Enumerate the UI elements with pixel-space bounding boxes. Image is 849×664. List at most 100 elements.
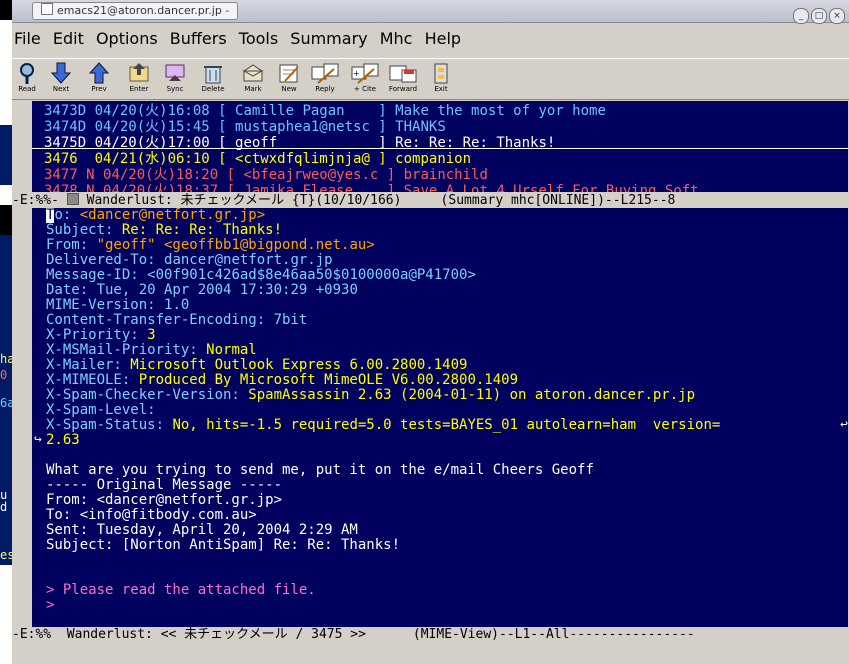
summary-mode-line[interactable]: -E:%%- Wanderlust: 未チェックメール {T}(10/10/16… xyxy=(12,193,849,208)
maximize-button[interactable]: □ xyxy=(811,8,827,24)
summary-row[interactable]: 3474D 04/20(火)15:45 [ mustaphea1@netsc ]… xyxy=(44,119,446,135)
menu-buffers[interactable]: Buffers xyxy=(170,29,227,48)
summary-subject: THANKS xyxy=(395,119,446,135)
summary-buffer[interactable]: 3473D 04/20(火)16:08 [ Camille Pagan ] Ma… xyxy=(32,101,848,192)
new-button[interactable]: New xyxy=(274,61,304,97)
read-label: Read xyxy=(18,85,36,93)
line-wrap-indicator-icon: ↩ xyxy=(840,417,848,432)
exit-button[interactable]: Exit xyxy=(426,61,456,97)
summary-from: [ Camille Pagan ] xyxy=(218,103,396,119)
enter-label: Enter xyxy=(129,85,149,93)
header-value: <dancer@netfort.gr.jp> xyxy=(79,208,266,223)
summary-row[interactable]: 3473D 04/20(火)16:08 [ Camille Pagan ] Ma… xyxy=(44,103,606,119)
sync-label: Sync xyxy=(166,85,184,93)
body-line: What are you trying to send me, put it o… xyxy=(46,462,594,478)
sync-button[interactable]: Sync xyxy=(160,61,190,97)
summary-subject: companion xyxy=(395,151,472,167)
enter-button[interactable]: Enter xyxy=(124,61,154,97)
header-label: X-Spam-Checker-Version: xyxy=(46,387,249,403)
sync-icon xyxy=(165,64,185,81)
header-value: Produced By Microsoft MimeOLE V6.00.2800… xyxy=(138,372,519,388)
forward-button[interactable]: Forward xyxy=(388,61,418,97)
header-label: Date: xyxy=(46,282,97,298)
summary-date: 04/20(火)15:45 xyxy=(94,119,219,135)
delete-label: Delete xyxy=(201,85,225,93)
menu-tools[interactable]: Tools xyxy=(239,29,278,48)
magnifier-icon xyxy=(20,63,34,84)
mode-line-icon xyxy=(66,193,79,205)
header-line: X-Mailer: Microsoft Outlook Express 6.00… xyxy=(46,358,467,373)
summary-row[interactable]: 3477 N 04/20(火)18:20 [ <bfeajrweo@yes.c … xyxy=(44,167,488,183)
delete-icon xyxy=(204,66,222,84)
reply-button[interactable]: Reply xyxy=(310,61,340,97)
delete-button[interactable]: Delete xyxy=(198,61,228,97)
menu-file[interactable]: File xyxy=(14,29,41,48)
menu-summary[interactable]: Summary xyxy=(290,29,367,48)
header-line: Delivered-To: dancer@netfort.gr.jp xyxy=(46,253,333,268)
body-line: From: <dancer@netfort.gr.jp> xyxy=(46,492,283,508)
header-label: MIME-Version: xyxy=(46,297,165,313)
header-label: From: xyxy=(46,237,97,253)
exit-icon xyxy=(434,63,448,84)
summary-row[interactable]: 3476 04/21(水)06:10 [ <ctwxdfqlimjnja@ ] … xyxy=(44,151,471,167)
header-value: dancer@netfort.gr.jp xyxy=(164,252,333,268)
body-line: Subject: [Norton AntiSpam] Re: Re: Thank… xyxy=(46,537,401,553)
forward-label: Forward xyxy=(388,85,418,93)
summary-subject: Save A Lot 4 Urself For Buying Soft xyxy=(403,183,699,192)
forward-icon xyxy=(389,65,417,83)
minimize-button[interactable]: _ xyxy=(793,8,809,24)
svg-text:+: + xyxy=(353,69,360,78)
header-value: 1.0 xyxy=(164,297,190,313)
summary-from: [ <bfeajrweo@yes.c ] xyxy=(226,167,404,183)
header-label: X-MIMEOLE: xyxy=(46,372,139,388)
next-label: Next xyxy=(52,85,70,93)
header-line: X-Spam-Level: xyxy=(46,403,164,418)
summary-row[interactable]: 3478 N 04/20(火)18:37 [ Jamika Flease ] S… xyxy=(44,183,699,192)
close-button[interactable]: × xyxy=(829,8,845,24)
background-window-text: ha xyxy=(0,352,12,366)
background-window-text: es xyxy=(0,548,12,562)
summary-num: 3477 N xyxy=(44,167,104,183)
next-button[interactable]: Next xyxy=(46,61,76,97)
mode-line-text: Wanderlust: 未チェックメール {T}(10/10/166) (Sum… xyxy=(78,193,676,208)
summary-from: [ Jamika Flease ] xyxy=(226,183,404,192)
header-label: X-Spam-Status: xyxy=(46,417,173,433)
menu-help[interactable]: Help xyxy=(425,29,461,48)
summary-num: 3474D xyxy=(44,119,95,135)
cite-icon: + xyxy=(351,63,379,84)
title-bar[interactable]: emacs21@atoron.dancer.pr.jp - _ □ × xyxy=(12,0,849,24)
cite-button[interactable]: + + Cite xyxy=(350,61,380,97)
background-window-strip: ha 0 6a u es d xyxy=(0,0,12,664)
current-row-underline xyxy=(32,148,848,149)
minibuffer[interactable] xyxy=(12,643,849,664)
header-line: To: <dancer@netfort.gr.jp> xyxy=(46,208,265,223)
summary-num: 3476 xyxy=(44,151,95,167)
header-value: No, hits=-1.5 required=5.0 tests=BAYES_0… xyxy=(172,417,721,433)
menu-mhc[interactable]: Mhc xyxy=(380,29,413,48)
header-value: <00f901c426ad$8e46aa50$0100000a@P41700> xyxy=(147,267,476,283)
menu-edit[interactable]: Edit xyxy=(53,29,84,48)
header-line: Content-Transfer-Encoding: 7bit xyxy=(46,313,307,328)
summary-num: 3478 N xyxy=(44,183,104,192)
header-line: MIME-Version: 1.0 xyxy=(46,298,189,313)
mark-button[interactable]: Mark xyxy=(238,61,268,97)
message-mode-line[interactable]: -E:%% Wanderlust: << 未チェックメール / 3475 >> … xyxy=(12,627,849,643)
mode-line-prefix: -E:%%- xyxy=(12,193,67,208)
reply-label: Reply xyxy=(315,85,335,93)
header-label: Delivered-To: xyxy=(46,252,165,268)
header-line: Subject: Re: Re: Re: Thanks! xyxy=(46,223,282,238)
message-buffer[interactable]: To: <dancer@netfort.gr.jp> Subject: Re: R… xyxy=(32,208,848,627)
summary-subject: brainchild xyxy=(403,167,488,183)
header-label: X-Mailer: xyxy=(46,357,131,373)
read-button[interactable]: Read xyxy=(12,61,42,97)
menu-options[interactable]: Options xyxy=(96,29,158,48)
toolbar: Read Next Prev Enter Sync Delete Mark Ne… xyxy=(12,58,849,100)
window-title-tab[interactable]: emacs21@atoron.dancer.pr.jp - xyxy=(32,2,239,20)
arrow-up-icon xyxy=(88,62,110,84)
header-label: X-Priority: xyxy=(46,327,148,343)
prev-button[interactable]: Prev xyxy=(84,61,114,97)
cite-label: + Cite xyxy=(354,85,376,93)
header-line: X-Priority: 3 xyxy=(46,328,156,343)
new-label: New xyxy=(281,85,297,93)
emacs-window: emacs21@atoron.dancer.pr.jp - _ □ × File E… xyxy=(12,0,849,664)
